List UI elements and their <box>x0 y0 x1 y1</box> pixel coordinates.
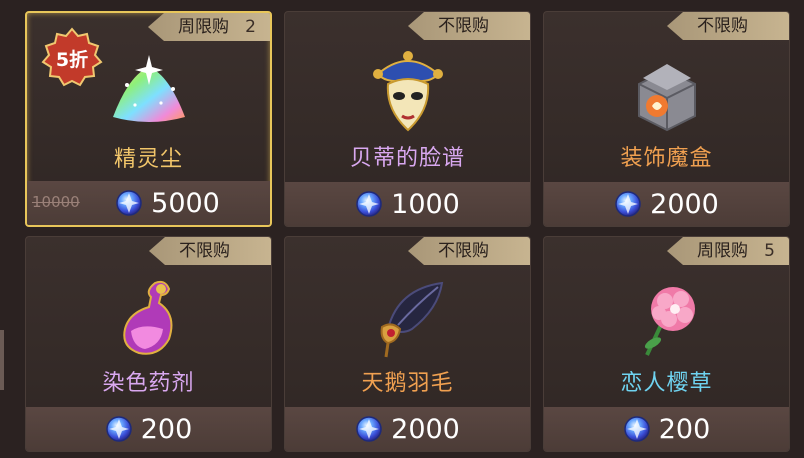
price-value: 200 <box>658 413 711 445</box>
price-value: 200 <box>140 413 193 445</box>
price-bar: 200 <box>26 407 271 451</box>
blue-gem-icon <box>105 416 132 442</box>
blue-gem-icon <box>116 190 142 216</box>
purchase-limit-tag: 不限购 <box>149 237 271 265</box>
shop-grid: 周限购 2 精灵尘 10000 5000 5折 不限购 贝蒂的脸谱 1000 不… <box>0 0 804 458</box>
shop-item-card[interactable]: 不限购 染色药剂 200 <box>25 236 272 452</box>
dye-potion-icon <box>99 269 199 369</box>
swan-feather-icon <box>358 269 458 369</box>
blue-gem-icon <box>356 416 382 442</box>
price-bar: 2000 <box>285 407 530 451</box>
price: 2000 <box>544 182 789 226</box>
price-bar: 2000 <box>544 182 789 226</box>
blue-gem-icon <box>356 191 382 217</box>
price: 200 <box>544 407 789 451</box>
purchase-limit-tag: 不限购 <box>408 237 530 265</box>
item-name: 天鹅羽毛 <box>361 371 454 396</box>
shop-item-card[interactable]: 不限购 贝蒂的脸谱 1000 <box>284 11 531 227</box>
purchase-limit-tag: 周限购 2 <box>148 13 270 41</box>
price-bar: 200 <box>544 407 789 451</box>
item-name: 精灵尘 <box>113 147 183 172</box>
price-value: 5000 <box>151 187 220 219</box>
price: 200 <box>26 407 271 451</box>
item-name: 恋人樱草 <box>620 371 713 396</box>
price-bar: 10000 5000 <box>27 181 270 225</box>
primrose-flower-icon <box>617 269 717 369</box>
price: 5000 <box>27 181 270 225</box>
purchase-limit-tag: 不限购 <box>408 12 530 40</box>
sparkle-dust-icon <box>99 45 199 145</box>
price-bar: 1000 <box>285 182 530 226</box>
shop-item-card[interactable]: 周限购 2 精灵尘 10000 5000 5折 <box>25 11 272 227</box>
masquerade-mask-icon <box>358 44 458 144</box>
scroll-edge <box>0 330 4 390</box>
shop-item-card[interactable]: 不限购 天鹅羽毛 2000 <box>284 236 531 452</box>
price-value: 1000 <box>391 188 460 220</box>
magic-box-icon <box>617 44 717 144</box>
price-value: 2000 <box>391 413 460 445</box>
limit-count: 2 <box>245 17 256 37</box>
price: 1000 <box>285 182 530 226</box>
item-name: 染色药剂 <box>102 371 195 396</box>
purchase-limit-tag: 不限购 <box>667 12 789 40</box>
blue-gem-icon <box>615 191 641 217</box>
blue-gem-icon <box>623 416 650 442</box>
item-name: 装饰魔盒 <box>620 146 713 171</box>
item-name: 贝蒂的脸谱 <box>349 146 465 171</box>
price: 2000 <box>285 407 530 451</box>
limit-count: 5 <box>764 241 775 261</box>
shop-item-card[interactable]: 周限购 5 恋人樱草 200 <box>543 236 790 452</box>
shop-item-card[interactable]: 不限购 装饰魔盒 2000 <box>543 11 790 227</box>
price-value: 2000 <box>650 188 719 220</box>
discount-badge: 5折 <box>41 27 103 89</box>
purchase-limit-tag: 周限购 5 <box>667 237 789 265</box>
